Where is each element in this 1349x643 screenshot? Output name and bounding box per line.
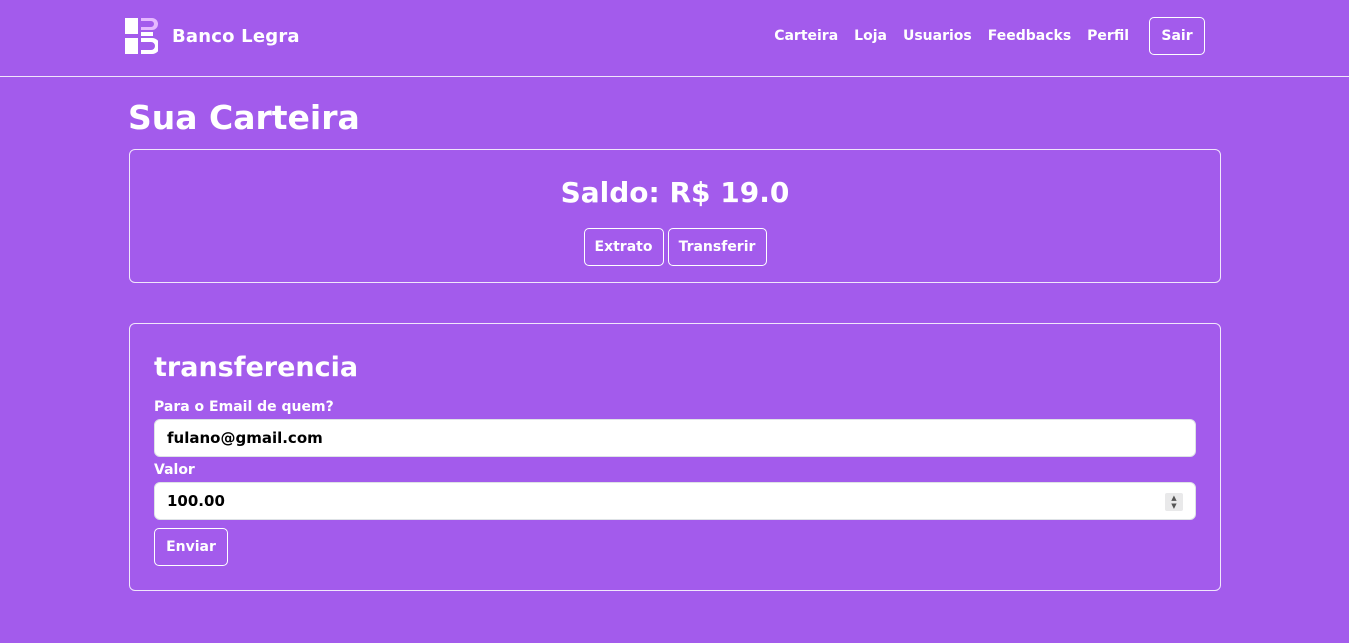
brand[interactable]: Banco Legra (125, 18, 300, 54)
brand-name: Banco Legra (172, 25, 300, 47)
amount-field[interactable]: 100.00 ▲ ▼ (154, 482, 1196, 520)
nav-link-carteira[interactable]: Carteira (774, 28, 838, 44)
logout-button[interactable]: Sair (1149, 17, 1205, 55)
spinner-down-icon[interactable]: ▼ (1171, 502, 1176, 510)
balance-actions: Extrato Transferir (130, 228, 1220, 266)
amount-field-value: 100.00 (167, 492, 225, 510)
transfer-button[interactable]: Transferir (667, 228, 767, 266)
navbar: Banco Legra Carteira Loja Usuarios Feedb… (0, 0, 1349, 77)
email-field[interactable]: fulano@gmail.com (154, 419, 1196, 457)
page-title: Sua Carteira (128, 98, 360, 137)
amount-label: Valor (154, 462, 195, 478)
submit-button[interactable]: Enviar (154, 528, 228, 566)
banco-legra-logo-icon (125, 18, 158, 54)
transfer-form-title: transferencia (154, 352, 359, 383)
number-spinner[interactable]: ▲ ▼ (1165, 493, 1183, 511)
transfer-form-card: transferencia Para o Email de quem? fula… (129, 323, 1221, 591)
nav-link-loja[interactable]: Loja (854, 28, 887, 44)
email-field-value: fulano@gmail.com (167, 429, 323, 447)
nav-link-perfil[interactable]: Perfil (1087, 28, 1129, 44)
nav-links: Carteira Loja Usuarios Feedbacks Perfil … (774, 17, 1205, 55)
balance-card: Saldo: R$ 19.0 Extrato Transferir (129, 149, 1221, 283)
statement-button[interactable]: Extrato (583, 228, 664, 266)
spinner-up-icon[interactable]: ▲ (1171, 494, 1176, 502)
nav-link-usuarios[interactable]: Usuarios (903, 28, 972, 44)
balance-text: Saldo: R$ 19.0 (560, 176, 790, 209)
nav-link-feedbacks[interactable]: Feedbacks (988, 28, 1071, 44)
email-label: Para o Email de quem? (154, 399, 334, 415)
